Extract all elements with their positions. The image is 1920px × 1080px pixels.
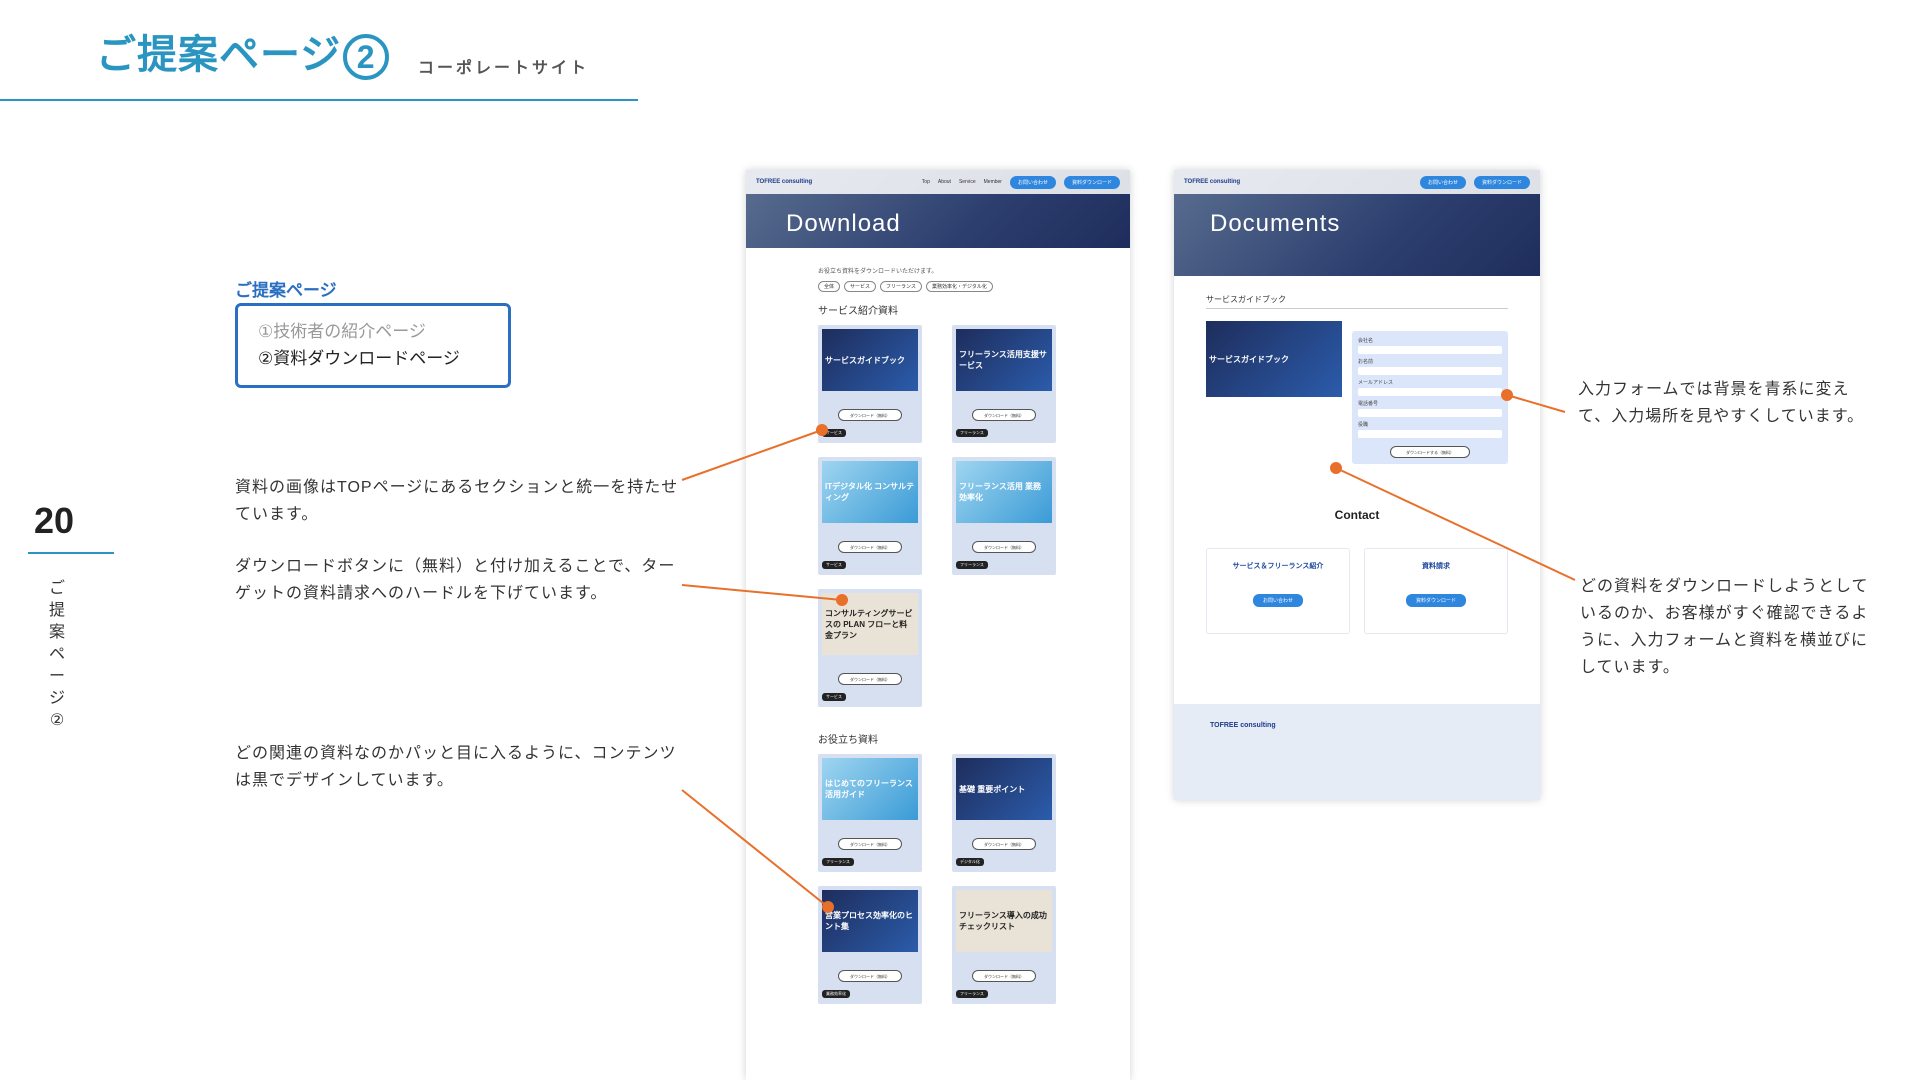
card-tag: デジタル化	[956, 858, 984, 866]
tag-all: 全体	[818, 281, 841, 292]
form-field-phone: 電話番号	[1358, 400, 1502, 417]
note-black-tags: どの関連の資料なのかパッと目に入るように、コンテンツは黒でデザインしています。	[235, 745, 677, 789]
card-image: コンサルティングサービスの PLAN フローと料金プラン	[822, 593, 918, 655]
contact-heading: Contact	[1334, 508, 1380, 522]
note-side-by-side: どの資料をダウンロードしようとしているのか、お客様がすぐ確認できるように、入力フ…	[1580, 578, 1869, 676]
card-tag: 業務効率化	[822, 990, 850, 998]
card-image: 基礎 重要ポイント	[956, 758, 1052, 820]
card-tag: フリーランス	[956, 561, 988, 569]
card-download-button: ダウンロード（無料）	[972, 409, 1036, 421]
hero-title: Download	[786, 210, 901, 237]
card-image: フリーランス導入の成功チェックリスト	[956, 890, 1052, 952]
card-image: 営業プロセス効率化のヒント集	[822, 890, 918, 952]
box-button: 資料ダウンロード	[1405, 594, 1466, 607]
nav-item-member: Member	[983, 179, 1002, 185]
card-image: フリーランス活用支援サービス	[956, 329, 1052, 391]
doc-card: フリーランス活用支援サービスダウンロード（無料） フリーランス	[952, 325, 1056, 443]
card-download-button: ダウンロード（無料）	[972, 970, 1036, 982]
doc-image: サービスガイドブック	[1206, 321, 1342, 397]
mock-footer: TOFREE consulting	[1174, 704, 1540, 800]
card-download-button: ダウンロード（無料）	[838, 838, 902, 850]
note-free-download: ダウンロードボタンに（無料）と付け加えることで、ターゲットの資料請求へのハードル…	[235, 558, 676, 602]
card-tag: サービス	[822, 429, 846, 437]
card-image: サービスガイドブック	[822, 329, 918, 391]
card-download-button: ダウンロード（無料）	[972, 838, 1036, 850]
card-tag: フリーランス	[956, 990, 988, 998]
card-tag: サービス	[822, 693, 846, 701]
section-heading-service: サービス紹介資料	[818, 306, 898, 317]
form-field-company: 会社名	[1358, 337, 1502, 354]
card-download-button: ダウンロード（無料）	[972, 541, 1036, 553]
card-tag: フリーランス	[956, 429, 988, 437]
mock-nav: TOFREE consulting お問い合わせ 資料ダウンロード	[1174, 170, 1540, 194]
title-underline	[0, 99, 638, 101]
contact-box-request: 資料請求 資料ダウンロード	[1364, 548, 1508, 634]
nav-item-service: Service	[958, 179, 976, 185]
download-page-mockup: TOFREE consulting Top About Service Memb…	[746, 170, 1130, 1080]
useful-cards: はじめてのフリーランス活用ガイドダウンロード（無料） フリーランス 基礎 重要ポイ…	[818, 754, 1060, 1004]
doc-card: フリーランス導入の成功チェックリストダウンロード（無料） フリーランス	[952, 886, 1056, 1004]
card-download-button: ダウンロード（無料）	[838, 409, 902, 421]
card-download-button: ダウンロード（無料）	[838, 970, 902, 982]
tag-service: サービス	[844, 281, 877, 292]
mock-logo: TOFREE consulting	[756, 179, 813, 185]
form-field-position: 役職	[1358, 421, 1502, 438]
selector-label: ご提案ページ	[235, 281, 337, 300]
form-field-name: お名前	[1358, 358, 1502, 375]
note-form-background: 入力フォームでは背景を青系に変えて、入力場所を見やすくしています。	[1578, 381, 1865, 425]
documents-hero: TOFREE consulting お問い合わせ 資料ダウンロード Docume…	[1174, 170, 1540, 276]
card-image: はじめてのフリーランス活用ガイド	[822, 758, 918, 820]
form-field-email: メールアドレス	[1358, 379, 1502, 396]
doc-preview: サービスガイドブック	[1206, 321, 1342, 464]
page-number-divider	[28, 552, 114, 554]
box-button: お問い合わせ	[1252, 594, 1303, 607]
nav-item-about: About	[937, 179, 951, 185]
footer-logo: TOFREE consulting	[1210, 722, 1276, 729]
mock-nav: TOFREE consulting Top About Service Memb…	[746, 170, 1130, 194]
contact-box-service: サービス＆フリーランス紹介 お問い合わせ	[1206, 548, 1350, 634]
form-submit-button: ダウンロードする（無料）	[1390, 446, 1470, 458]
title-number-badge: 2	[343, 34, 390, 81]
page-title: ご提案ページ 2	[96, 22, 390, 81]
doc-card: はじめてのフリーランス活用ガイドダウンロード（無料） フリーランス	[818, 754, 922, 872]
download-form: 会社名 お名前 メールアドレス 電話番号 役職 ダウンロードする（無料）	[1352, 331, 1508, 464]
doc-card: ITデジタル化 コンサルティングダウンロード（無料） サービス	[818, 457, 922, 575]
card-download-button: ダウンロード（無料）	[838, 541, 902, 553]
page-number: 20	[34, 500, 75, 541]
card-tag: サービス	[822, 561, 846, 569]
download-hero: TOFREE consulting Top About Service Memb…	[746, 170, 1130, 248]
card-tag: フリーランス	[822, 858, 854, 866]
documents-page-mockup: TOFREE consulting お問い合わせ 資料ダウンロード Docume…	[1174, 170, 1540, 800]
filter-tags: 全体 サービス フリーランス 業務効率化・デジタル化	[818, 281, 1060, 292]
intro-text: お役立ち資料をダウンロードいただけます。	[818, 269, 938, 275]
card-download-button: ダウンロード（無料）	[838, 673, 902, 685]
card-image: ITデジタル化 コンサルティング	[822, 461, 918, 523]
doc-section-heading: サービスガイドブック	[1206, 294, 1508, 309]
page-selector-box: ①技術者の紹介ページ ②資料ダウンロードページ	[235, 303, 511, 388]
doc-card: サービスガイドブックダウンロード（無料） サービス	[818, 325, 922, 443]
nav-item-top: Top	[921, 179, 930, 185]
selector-option-1: ①技術者の紹介ページ	[258, 322, 426, 341]
download-nav-button: 資料ダウンロード	[1063, 175, 1120, 189]
download-nav-button: 資料ダウンロード	[1473, 175, 1530, 189]
mock-logo: TOFREE consulting	[1184, 179, 1241, 185]
service-cards: サービスガイドブックダウンロード（無料） サービス フリーランス活用支援サービスダ…	[818, 325, 1060, 707]
note-image-consistency: 資料の画像はTOPページにあるセクションと統一を持たせています。	[235, 479, 679, 523]
page-subtitle: コーポレートサイト	[418, 60, 590, 77]
doc-card: コンサルティングサービスの PLAN フローと料金プランダウンロード（無料） サー…	[818, 589, 922, 707]
doc-card: 基礎 重要ポイントダウンロード（無料） デジタル化	[952, 754, 1056, 872]
doc-card: 営業プロセス効率化のヒント集ダウンロード（無料） 業務効率化	[818, 886, 922, 1004]
contact-button: お問い合わせ	[1009, 175, 1056, 189]
hero-title: Documents	[1210, 210, 1341, 237]
doc-card: フリーランス活用 業務効率化ダウンロード（無料） フリーランス	[952, 457, 1056, 575]
selector-option-2: ②資料ダウンロードページ	[258, 349, 460, 368]
side-label: ご提案ページ②	[49, 580, 66, 729]
tag-freelance: フリーランス	[880, 281, 922, 292]
section-heading-useful: お役立ち資料	[818, 735, 878, 746]
tag-efficiency: 業務効率化・デジタル化	[925, 281, 993, 292]
card-image: フリーランス活用 業務効率化	[956, 461, 1052, 523]
contact-button: お問い合わせ	[1419, 175, 1466, 189]
